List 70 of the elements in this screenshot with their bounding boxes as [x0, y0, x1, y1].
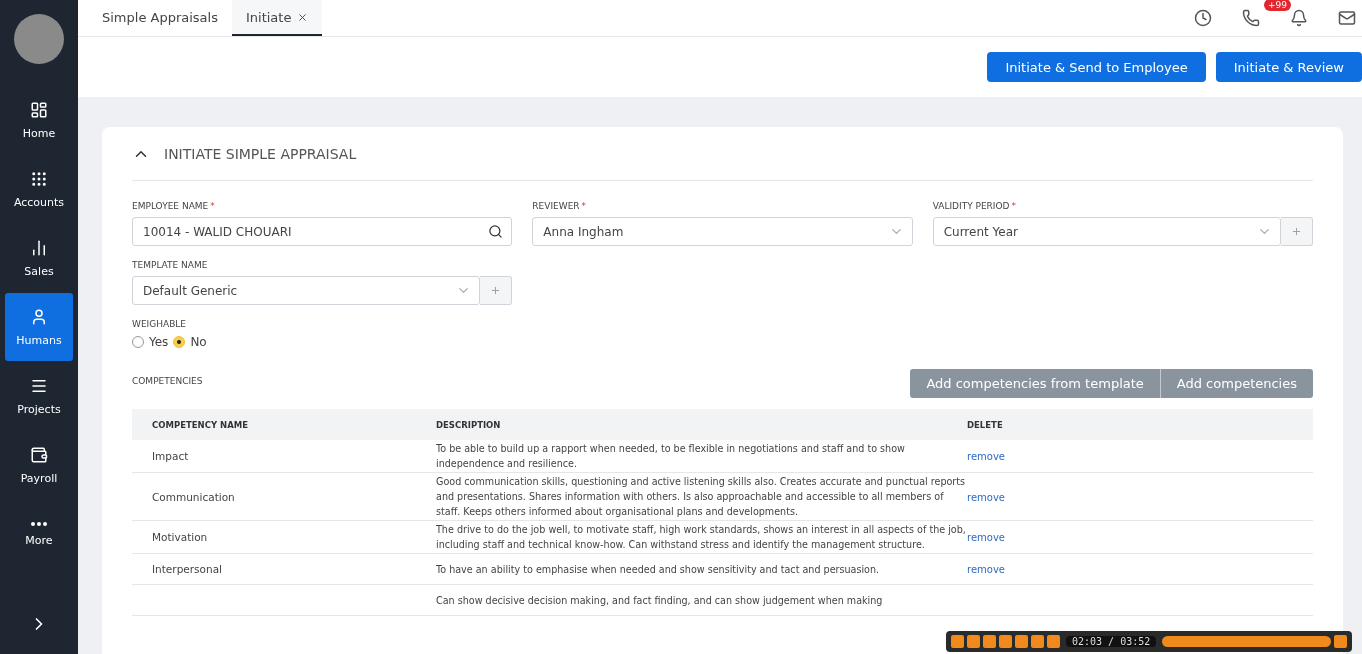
- table-cell-text: Can show decisive decision making, and fact finding, and can show judgement when making: [436, 593, 884, 608]
- tab[interactable]: Initiate: [231, 0, 323, 36]
- player-button[interactable]: [983, 635, 996, 648]
- search-icon: [488, 224, 504, 239]
- more-icon: [31, 521, 47, 526]
- table-cell-text: Good communication skills, questioning and active listening skills also. Creates accurate and punctual reports and presentations. Shares information with others. Is also approachable and accessible to all members of staff. Keeps others informed about organisational plans and developments.: [436, 475, 967, 519]
- section-label: COMPETENCIES: [132, 375, 203, 386]
- notification-badge: +99: [1264, 0, 1291, 11]
- radio-button[interactable]: [173, 336, 186, 348]
- column-header: COMPETENCY NAME: [152, 419, 249, 430]
- bell-icon[interactable]: [1290, 9, 1308, 27]
- section-title: INITIATE SIMPLE APPRAISAL: [164, 145, 357, 162]
- table-cell-text: To have an ability to emphasise when needed and show sensitivity and tact and persuasion.: [436, 562, 881, 577]
- remove-link[interactable]: remove: [967, 564, 1005, 575]
- player-button[interactable]: [1334, 635, 1347, 648]
- plus-icon: [490, 285, 502, 296]
- clock-icon[interactable]: [1194, 9, 1212, 27]
- player-button[interactable]: [967, 635, 980, 648]
- column-header: DELETE: [967, 419, 1004, 430]
- field-label: TEMPLATE NAME: [132, 260, 209, 270]
- radio-label: No: [190, 335, 207, 349]
- field-label: EMPLOYEE NAME *: [132, 201, 216, 211]
- table-cell-text: Impact: [152, 450, 190, 462]
- volume-bar[interactable]: [1162, 636, 1331, 647]
- add-button[interactable]: [480, 276, 513, 305]
- mail-icon[interactable]: [1338, 9, 1356, 27]
- radio-button[interactable]: [132, 336, 144, 348]
- sidebar-item[interactable]: Projects: [5, 362, 73, 430]
- sidebar-item[interactable]: More: [5, 500, 73, 568]
- add-button[interactable]: [1281, 217, 1313, 246]
- remove-link[interactable]: remove: [967, 451, 1005, 462]
- action-button[interactable]: Initiate & Send to Employee: [987, 52, 1206, 82]
- sidebar-item[interactable]: Humans: [5, 293, 73, 361]
- close-icon[interactable]: [297, 11, 309, 23]
- column-header: DESCRIPTION: [436, 419, 502, 430]
- field-label: WEIGHABLE: [132, 319, 187, 329]
- sidebar-item[interactable]: Payroll: [5, 431, 73, 499]
- table-cell-text: To be able to build up a rapport when needed, to be flexible in negotiations and staff and to show independence and resilience.: [436, 442, 906, 471]
- tab[interactable]: Simple Appraisals: [88, 0, 232, 36]
- search-field[interactable]: 10014 - WALID CHOUARI: [132, 217, 513, 246]
- player-button[interactable]: [951, 635, 964, 648]
- select-field[interactable]: Anna Ingham: [532, 217, 913, 246]
- player-time: 02:03 / 03:52: [1066, 636, 1157, 647]
- player-button[interactable]: [1047, 635, 1060, 648]
- remove-link[interactable]: remove: [967, 491, 1005, 503]
- sidebar-item[interactable]: Home: [5, 86, 73, 154]
- select-field[interactable]: Default Generic: [132, 276, 481, 305]
- radio-label: Yes: [149, 335, 169, 349]
- table-cell-text: Communication: [152, 490, 236, 503]
- user-icon: [30, 307, 48, 326]
- sidebar-item[interactable]: Sales: [5, 224, 73, 292]
- phone-icon[interactable]: [1242, 9, 1260, 27]
- wallet-icon: [30, 445, 48, 464]
- table-cell-text: Motivation: [152, 531, 209, 543]
- dashboard-icon: [30, 100, 48, 119]
- player-button[interactable]: [1015, 635, 1028, 648]
- field-label: VALIDITY PERIOD *: [932, 201, 1018, 211]
- remove-link[interactable]: remove: [967, 532, 1005, 543]
- grid-icon: [30, 169, 48, 188]
- avatar-placeholder[interactable]: [14, 14, 64, 64]
- plus-icon: [1291, 226, 1302, 237]
- bar-chart-icon: [30, 238, 48, 257]
- table-cell-text: The drive to do the job well, to motivate staff, high work standards, shows an interest in all aspects of the job, including staff and technical know-how. Can withstand stress and identify the management structure.: [436, 523, 967, 552]
- table-cell-text: Interpersonal: [152, 563, 223, 575]
- field-label: REVIEWER *: [532, 201, 588, 211]
- player-button[interactable]: [1031, 635, 1044, 648]
- player-button[interactable]: [999, 635, 1012, 648]
- select-field[interactable]: Current Year: [932, 217, 1281, 246]
- sidebar-item[interactable]: Accounts: [5, 155, 73, 223]
- action-button[interactable]: Initiate & Review: [1215, 52, 1362, 82]
